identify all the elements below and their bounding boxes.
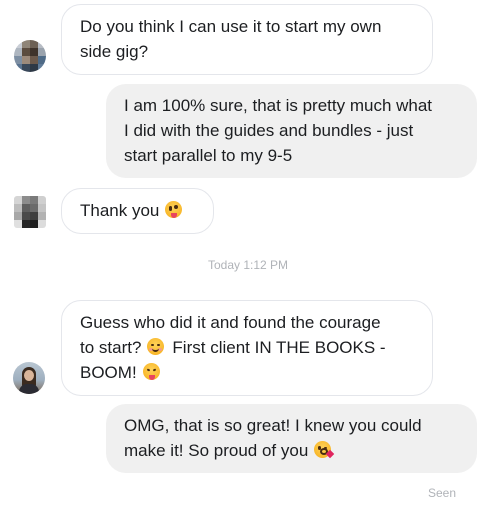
smiling-face-emoji — [147, 338, 165, 355]
message-text: start parallel to my 9-5 — [124, 146, 293, 165]
contact-avatar[interactable] — [13, 362, 45, 394]
outgoing-message-bubble[interactable]: I am 100% sure, that is pretty much what… — [106, 84, 477, 178]
zany-face-emoji — [165, 201, 183, 218]
message-text: First client IN THE BOOKS - — [172, 338, 386, 357]
outgoing-message-bubble[interactable]: OMG, that is so great! I knew you could … — [106, 404, 477, 473]
incoming-message-bubble[interactable]: Thank you — [61, 188, 214, 234]
message-text: side gig? — [80, 42, 149, 61]
seen-status: Seen — [427, 486, 456, 500]
contact-avatar-pixelated[interactable] — [14, 196, 46, 228]
message-text: BOOM! — [80, 363, 137, 382]
message-text: I did with the guides and bundles - just — [124, 121, 414, 140]
message-text: OMG, that is so great! I knew you could — [124, 416, 422, 435]
message-text: I am 100% sure, that is pretty much what — [124, 96, 433, 115]
tongue-out-face-emoji — [142, 363, 160, 380]
message-text: Do you think I can use it to start my ow… — [80, 17, 382, 36]
message-text: make it! So proud of you — [124, 441, 309, 460]
contact-avatar-pixelated[interactable] — [14, 40, 46, 72]
timestamp-divider: Today 1:12 PM — [207, 258, 289, 272]
message-text: Thank you — [80, 201, 160, 220]
incoming-message-bubble[interactable]: Do you think I can use it to start my ow… — [61, 4, 433, 75]
incoming-message-bubble[interactable]: Guess who did it and found the courage t… — [61, 300, 433, 396]
face-blowing-kiss-emoji — [314, 441, 335, 459]
message-text: to start? — [80, 338, 142, 357]
message-text: Guess who did it and found the courage — [80, 313, 381, 332]
